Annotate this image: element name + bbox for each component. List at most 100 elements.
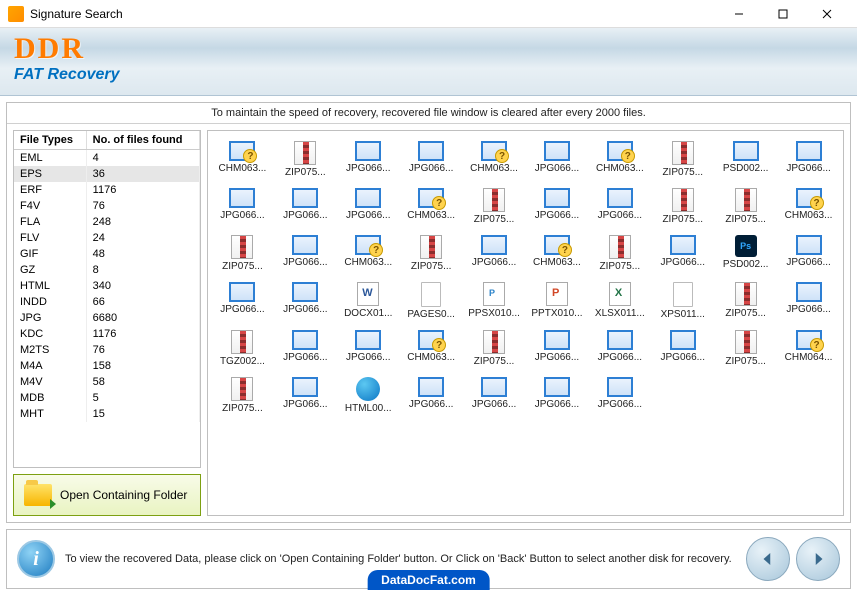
file-item[interactable]: JPG066... (212, 280, 273, 322)
file-types-table[interactable]: File Types No. of files found EML4EPS36E… (14, 131, 200, 467)
col-header-count[interactable]: No. of files found (86, 131, 199, 150)
file-item[interactable]: PAGES0... (401, 280, 462, 322)
file-item[interactable]: CHM063... (589, 139, 650, 180)
file-item[interactable]: ZIP075... (464, 186, 525, 227)
table-row[interactable]: MHT15 (14, 406, 200, 422)
col-header-type[interactable]: File Types (14, 131, 86, 150)
file-item[interactable]: CHM063... (464, 139, 525, 180)
table-row[interactable]: FLA248 (14, 214, 200, 230)
table-row[interactable]: JPG6680 (14, 310, 200, 326)
blank-icon (421, 282, 441, 307)
table-row[interactable]: M4V58 (14, 374, 200, 390)
file-item[interactable]: JPG066... (464, 375, 525, 416)
file-item[interactable]: PPSX010... (464, 280, 525, 322)
file-item[interactable]: JPG066... (778, 233, 839, 274)
file-item[interactable]: ZIP075... (401, 233, 462, 274)
file-item[interactable]: JPG066... (275, 233, 336, 274)
minimize-button[interactable] (717, 0, 761, 28)
file-item[interactable]: JPG066... (527, 139, 588, 180)
titlebar: Signature Search (0, 0, 857, 28)
file-item[interactable]: JPG066... (401, 139, 462, 180)
maximize-button[interactable] (761, 0, 805, 28)
next-button[interactable] (796, 537, 840, 581)
file-item[interactable]: ZIP075... (275, 139, 336, 180)
file-item[interactable]: CHM063... (212, 139, 273, 180)
table-row[interactable]: M2TS76 (14, 342, 200, 358)
cell-count: 58 (86, 374, 199, 390)
file-item[interactable]: JPG066... (589, 328, 650, 369)
file-item[interactable]: TGZ002... (212, 328, 273, 369)
file-item[interactable]: ZIP075... (212, 233, 273, 274)
file-item[interactable]: JPG066... (401, 375, 462, 416)
back-button[interactable] (746, 537, 790, 581)
file-item[interactable]: PSD002... (715, 139, 776, 180)
img-icon (418, 141, 444, 161)
file-item[interactable]: ZIP075... (589, 233, 650, 274)
cell-count: 24 (86, 230, 199, 246)
file-item[interactable]: JPG066... (778, 139, 839, 180)
file-name-label: TGZ002... (214, 356, 271, 367)
file-item[interactable]: CHM063... (401, 328, 462, 369)
table-row[interactable]: HTML340 (14, 278, 200, 294)
file-item[interactable]: JPG066... (589, 375, 650, 416)
file-item[interactable]: JPG066... (464, 233, 525, 274)
file-item[interactable]: CHM063... (401, 186, 462, 227)
file-name-label: ZIP075... (717, 308, 774, 319)
file-item[interactable]: JPG066... (527, 328, 588, 369)
file-item[interactable]: CHM064... (778, 328, 839, 369)
file-item[interactable]: CHM063... (338, 233, 399, 274)
file-item[interactable]: JPG066... (212, 186, 273, 227)
file-item[interactable]: JPG066... (778, 280, 839, 322)
file-item[interactable]: JPG066... (338, 186, 399, 227)
table-row[interactable]: GZ8 (14, 262, 200, 278)
footer-bar: i To view the recovered Data, please cli… (6, 529, 851, 589)
file-item[interactable]: PsPSD002... (715, 233, 776, 274)
file-item[interactable]: ZIP075... (715, 280, 776, 322)
file-item[interactable]: DOCX01... (338, 280, 399, 322)
close-button[interactable] (805, 0, 849, 28)
table-row[interactable]: EPS36 (14, 166, 200, 182)
file-item[interactable]: CHM063... (778, 186, 839, 227)
table-row[interactable]: INDD66 (14, 294, 200, 310)
file-item[interactable]: JPG066... (275, 375, 336, 416)
file-item[interactable]: ZIP075... (715, 186, 776, 227)
file-item[interactable]: ZIP075... (715, 328, 776, 369)
file-item[interactable]: JPG066... (652, 233, 713, 274)
file-name-label: JPG066... (529, 210, 586, 221)
file-item[interactable]: CHM063... (527, 233, 588, 274)
file-item[interactable]: ZIP075... (652, 186, 713, 227)
file-item[interactable]: JPG066... (338, 139, 399, 180)
file-item[interactable]: ZIP075... (464, 328, 525, 369)
table-row[interactable]: FLV24 (14, 230, 200, 246)
recovered-files-grid[interactable]: CHM063...ZIP075...JPG066...JPG066...CHM0… (208, 131, 843, 515)
file-item[interactable]: JPG066... (527, 186, 588, 227)
file-item[interactable]: JPG066... (527, 375, 588, 416)
file-item[interactable]: ZIP075... (212, 375, 273, 416)
file-name-label: ZIP075... (591, 261, 648, 272)
file-item[interactable]: HTML00... (338, 375, 399, 416)
cell-type: F4V (14, 198, 86, 214)
img-icon (733, 141, 759, 161)
table-row[interactable]: MDB5 (14, 390, 200, 406)
file-item[interactable]: JPG066... (338, 328, 399, 369)
table-row[interactable]: GIF48 (14, 246, 200, 262)
file-item[interactable]: JPG066... (589, 186, 650, 227)
file-item[interactable]: JPG066... (275, 280, 336, 322)
open-containing-folder-button[interactable]: Open Containing Folder (13, 474, 201, 516)
file-item[interactable]: JPG066... (652, 328, 713, 369)
table-row[interactable]: EML4 (14, 150, 200, 167)
img-icon (418, 377, 444, 397)
table-row[interactable]: ERF1176 (14, 182, 200, 198)
table-row[interactable]: M4A158 (14, 358, 200, 374)
cell-type: M2TS (14, 342, 86, 358)
file-item[interactable]: ZIP075... (652, 139, 713, 180)
file-item[interactable]: PPTX010... (527, 280, 588, 322)
cell-type: MHT (14, 406, 86, 422)
cell-count: 4 (86, 150, 199, 167)
table-row[interactable]: F4V76 (14, 198, 200, 214)
file-item[interactable]: JPG066... (275, 186, 336, 227)
file-item[interactable]: JPG066... (275, 328, 336, 369)
table-row[interactable]: KDC1176 (14, 326, 200, 342)
file-item[interactable]: XPS011... (652, 280, 713, 322)
file-item[interactable]: XLSX011... (589, 280, 650, 322)
